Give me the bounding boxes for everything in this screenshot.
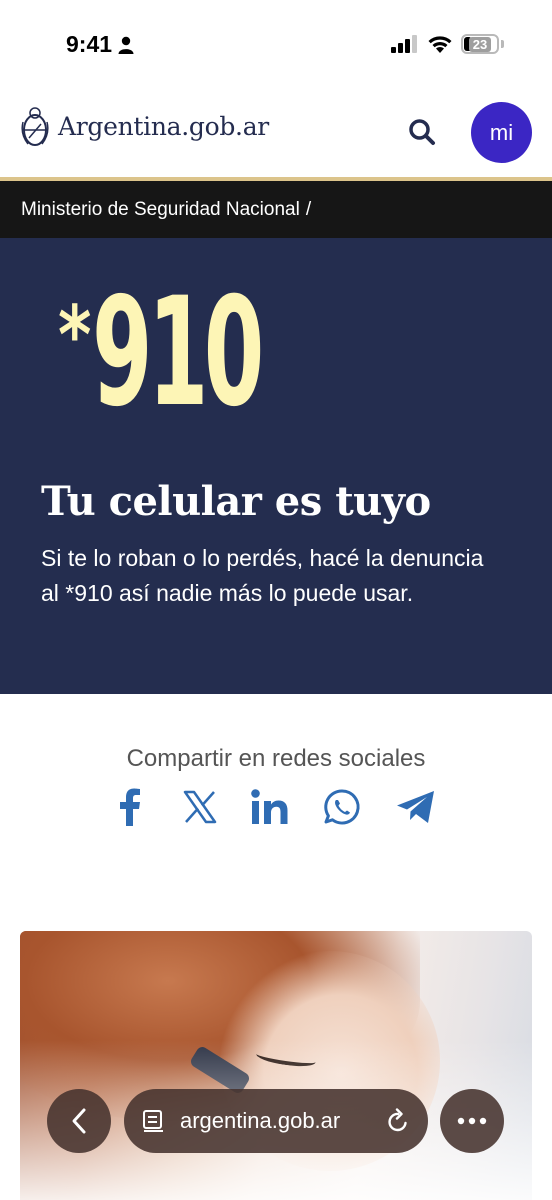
whatsapp-icon <box>324 789 360 825</box>
page-title: Tu celular es tuyo <box>41 478 431 525</box>
url-text: argentina.gob.ar <box>180 1108 341 1133</box>
breadcrumb-separator: / <box>305 198 312 220</box>
share-icons <box>108 785 448 829</box>
wifi-icon <box>428 35 452 53</box>
address-bar[interactable]: argentina.gob.ar <box>124 1089 428 1153</box>
status-time: 9:41 <box>66 31 134 58</box>
time-label: 9:41 <box>66 31 113 57</box>
back-button[interactable] <box>47 1089 111 1153</box>
facebook-icon <box>120 788 140 826</box>
article-image <box>20 931 532 1200</box>
telegram-share-button[interactable] <box>394 785 438 829</box>
battery-icon: 23 <box>461 34 499 54</box>
hero-description: Si te lo roban o lo perdés, hacé la denu… <box>41 545 484 606</box>
breadcrumb: Ministerio de Seguridad Nacional / <box>0 181 552 238</box>
hero-banner: * 910 Tu celular es tuyo Si te lo roban … <box>0 238 552 694</box>
site-header: Argentina.gob.ar mi <box>0 88 552 178</box>
x-icon <box>183 790 217 824</box>
x-share-button[interactable] <box>178 785 222 829</box>
battery-level: 23 <box>468 36 492 52</box>
share-title: Compartir en redes sociales <box>126 745 426 772</box>
mi-argentina-button[interactable]: mi <box>471 102 532 163</box>
logo-text: Argentina.gob.ar <box>58 111 269 141</box>
breadcrumb-item-ministerio[interactable]: Ministerio de Seguridad Nacional <box>21 199 300 221</box>
status-bar: 9:41 23 <box>0 0 552 88</box>
battery-tip <box>501 40 504 48</box>
person-icon <box>118 36 134 54</box>
hero-number-prefix: * <box>58 289 92 382</box>
search-button[interactable] <box>405 115 439 149</box>
reload-icon[interactable] <box>386 1108 410 1134</box>
telegram-icon <box>397 791 434 823</box>
linkedin-icon <box>251 789 288 824</box>
linkedin-share-button[interactable] <box>248 785 292 829</box>
browser-toolbar: argentina.gob.ar <box>0 1087 552 1155</box>
more-button[interactable] <box>440 1089 504 1153</box>
status-icons: 23 <box>391 34 504 54</box>
whatsapp-share-button[interactable] <box>320 785 364 829</box>
facebook-share-button[interactable] <box>108 785 152 829</box>
search-icon <box>409 119 435 145</box>
coat-of-arms-icon <box>21 107 49 146</box>
back-icon <box>72 1108 86 1134</box>
more-icon <box>457 1117 487 1125</box>
share-section: Compartir en redes sociales <box>0 745 552 826</box>
tabs-icon <box>143 1110 163 1132</box>
hero-number: * 910 <box>58 278 381 428</box>
site-logo[interactable]: Argentina.gob.ar <box>20 102 269 150</box>
hero-number-digits: 910 <box>91 266 264 440</box>
mi-label: mi <box>489 119 514 145</box>
signal-icon <box>391 35 417 53</box>
